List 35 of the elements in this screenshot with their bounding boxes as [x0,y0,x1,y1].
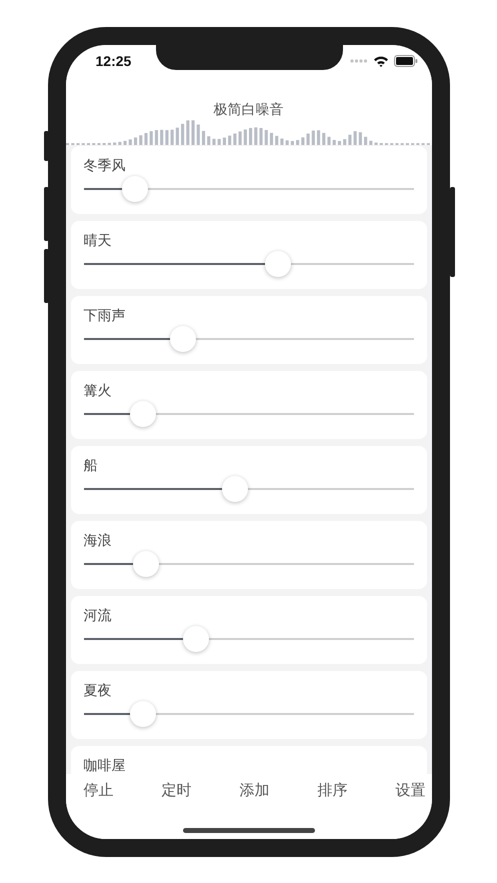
sound-name: 夏夜 [84,681,112,699]
tab-button[interactable]: 设置 [392,777,430,803]
slider-thumb[interactable] [182,626,209,652]
sound-name: 船 [84,456,98,474]
volume-slider[interactable] [84,551,414,577]
slider-thumb[interactable] [170,326,196,352]
sound-name: 冬季风 [84,156,126,174]
status-time: 12:25 [96,53,132,69]
volume-slider[interactable] [84,476,414,502]
sound-name: 晴天 [84,231,112,249]
tab-button[interactable]: 定时 [158,777,196,803]
app-title: 极简白噪音 [214,101,284,119]
tab-button[interactable]: 添加 [236,777,274,803]
tab-button[interactable]: 排序 [314,777,352,803]
volume-slider[interactable] [84,176,414,202]
slider-thumb[interactable] [130,701,156,727]
volume-slider[interactable] [84,326,414,352]
tab-button[interactable]: 停止 [80,777,118,803]
sound-name: 篝火 [84,381,112,399]
wifi-icon [372,55,388,67]
sound-name: 咖啡屋 [84,756,126,774]
volume-slider[interactable] [84,701,414,727]
sound-name: 河流 [84,606,112,624]
volume-slider[interactable] [84,626,414,652]
slider-thumb[interactable] [222,476,248,502]
volume-slider[interactable] [84,251,414,277]
sound-name: 下雨声 [84,306,126,324]
sound-name: 海浪 [84,531,112,549]
slider-thumb[interactable] [122,176,148,202]
slider-thumb[interactable] [265,251,292,277]
slider-thumb[interactable] [130,401,156,427]
signal-icon [350,59,368,63]
slider-thumb[interactable] [133,551,160,577]
volume-slider[interactable] [84,401,414,427]
battery-icon [394,55,418,67]
